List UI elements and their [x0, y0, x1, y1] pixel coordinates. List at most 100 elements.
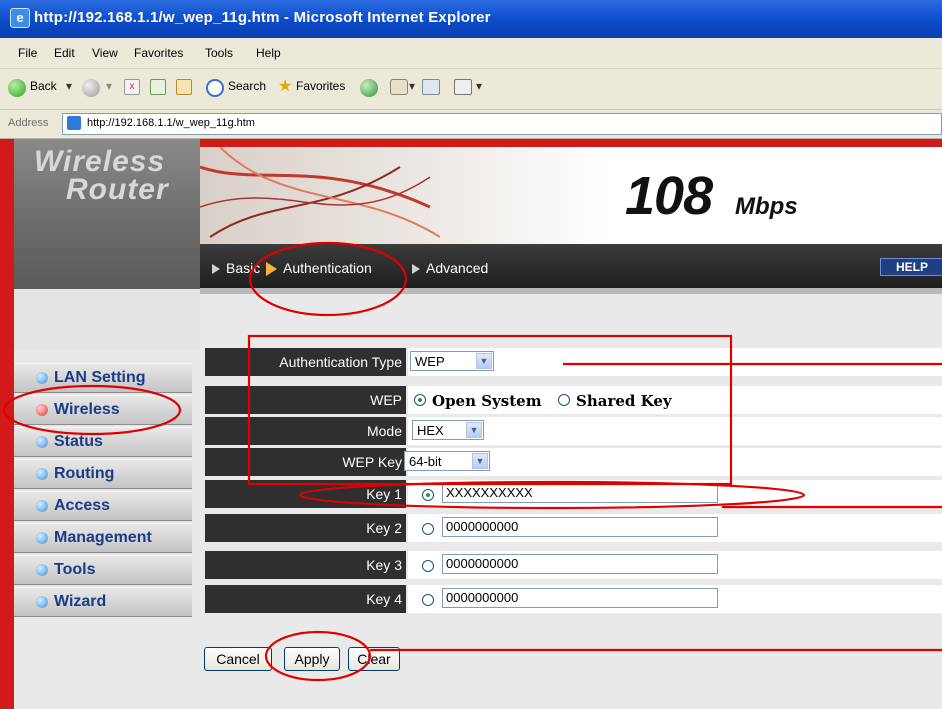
- menu-view[interactable]: View: [92, 46, 118, 60]
- home-icon[interactable]: [176, 79, 192, 95]
- key4-cell: 0000000000: [408, 585, 942, 613]
- router-page: Wireless Router LAN Setting Wireless Sta…: [0, 139, 942, 709]
- media-icon[interactable]: [360, 79, 378, 97]
- sidebar-item-access[interactable]: Access: [14, 491, 192, 521]
- search-icon[interactable]: [206, 79, 224, 97]
- mode-select[interactable]: HEX ▼: [412, 420, 484, 440]
- arrow-right-icon: [212, 264, 220, 275]
- key1-input[interactable]: XXXXXXXXXX: [442, 483, 718, 503]
- sidebar-item-wireless[interactable]: Wireless: [14, 395, 192, 425]
- forward-dropdown-icon[interactable]: ▾: [106, 79, 112, 93]
- ie-logo-icon: e: [10, 8, 30, 28]
- bullet-active-icon: [36, 404, 48, 416]
- auth-type-label: Authentication Type: [205, 348, 406, 376]
- key3-input[interactable]: 0000000000: [442, 554, 718, 574]
- key4-row: Key 4 0000000000: [205, 585, 942, 613]
- edit-dropdown-icon[interactable]: ▾: [476, 79, 482, 93]
- bullet-icon: [36, 532, 48, 544]
- edit-icon[interactable]: [454, 79, 472, 95]
- print-icon[interactable]: [422, 79, 440, 95]
- shared-key-radio[interactable]: [558, 394, 570, 406]
- search-button[interactable]: Search: [228, 79, 266, 93]
- sidebar-item-label: LAN Setting: [54, 369, 146, 386]
- sub-navigation: Basic Authentication Advanced HELP: [200, 244, 942, 294]
- bullet-icon: [36, 436, 48, 448]
- key2-label: Key 2: [205, 514, 406, 542]
- cancel-button[interactable]: Cancel: [204, 647, 272, 671]
- key4-radio[interactable]: [422, 594, 434, 606]
- tab-basic[interactable]: Basic: [212, 260, 260, 276]
- key2-cell: 0000000000: [408, 514, 942, 542]
- sidebar-item-label: Wizard: [54, 593, 107, 610]
- help-button[interactable]: HELP: [880, 258, 942, 276]
- sidebar-item-label: Management: [54, 529, 152, 546]
- back-button[interactable]: Back: [30, 79, 57, 93]
- sidebar-item-lan-setting[interactable]: LAN Setting: [14, 363, 192, 393]
- tab-authentication[interactable]: Authentication: [266, 260, 372, 277]
- refresh-icon[interactable]: [150, 79, 166, 95]
- tab-advanced[interactable]: Advanced: [412, 260, 488, 276]
- clear-button[interactable]: Clear: [348, 647, 400, 671]
- toolbar: Back ▾ ▾ x Search ★ Favorites ▾ ▾: [0, 69, 942, 110]
- wep-cell: Open System Shared Key: [408, 386, 942, 414]
- mail-icon[interactable]: [390, 79, 408, 95]
- open-system-label: Open System: [432, 392, 542, 410]
- menu-edit[interactable]: Edit: [54, 46, 75, 60]
- speed-number: 108: [625, 166, 713, 226]
- sidebar-item-wizard[interactable]: Wizard: [14, 587, 192, 617]
- banner: 108 Mbps: [200, 139, 942, 244]
- arrow-right-active-icon: [266, 262, 277, 277]
- back-dropdown-icon[interactable]: ▾: [66, 79, 72, 93]
- chevron-down-icon: ▼: [472, 453, 488, 469]
- shared-key-label: Shared Key: [576, 392, 672, 410]
- auth-type-select[interactable]: WEP ▼: [410, 351, 494, 371]
- open-system-radio[interactable]: [414, 394, 426, 406]
- address-input[interactable]: http://192.168.1.1/w_wep_11g.htm: [62, 113, 942, 135]
- sidebar-spacer: [14, 289, 200, 349]
- brand-logo: Wireless Router: [14, 139, 200, 289]
- mode-cell: HEX ▼: [408, 417, 942, 445]
- sidebar-item-status[interactable]: Status: [14, 427, 192, 457]
- wep-key-label: WEP Key: [205, 448, 406, 476]
- wep-key-select[interactable]: 64-bit ▼: [404, 451, 490, 471]
- address-bar: Address http://192.168.1.1/w_wep_11g.htm: [0, 110, 942, 139]
- bullet-icon: [36, 596, 48, 608]
- key3-radio[interactable]: [422, 560, 434, 572]
- wep-label: WEP: [205, 386, 406, 414]
- back-icon[interactable]: [8, 79, 26, 97]
- menu-help[interactable]: Help: [256, 46, 281, 60]
- stop-icon[interactable]: x: [124, 79, 140, 95]
- bullet-icon: [36, 372, 48, 384]
- sidebar-item-management[interactable]: Management: [14, 523, 192, 553]
- key1-radio[interactable]: [422, 489, 434, 501]
- banner-graphic: [200, 147, 440, 238]
- menu-file[interactable]: File: [18, 46, 37, 60]
- menu-tools[interactable]: Tools: [205, 46, 233, 60]
- bullet-icon: [36, 500, 48, 512]
- sidebar-item-routing[interactable]: Routing: [14, 459, 192, 489]
- bullet-icon: [36, 564, 48, 576]
- key4-input[interactable]: 0000000000: [442, 588, 718, 608]
- wep-row: WEP Open System Shared Key: [205, 386, 942, 414]
- mail-dropdown-icon[interactable]: ▾: [409, 79, 415, 93]
- menu-favorites[interactable]: Favorites: [134, 46, 183, 60]
- address-label: Address: [8, 117, 49, 129]
- key3-label: Key 3: [205, 551, 406, 579]
- favorites-star-icon[interactable]: ★: [278, 76, 292, 96]
- key2-input[interactable]: 0000000000: [442, 517, 718, 537]
- sidebar-item-label: Routing: [54, 465, 115, 482]
- sidebar-red-edge: [0, 139, 14, 709]
- key2-row: Key 2 0000000000: [205, 514, 942, 542]
- auth-type-value: WEP: [415, 354, 445, 369]
- forward-icon[interactable]: [82, 79, 100, 97]
- key1-cell: XXXXXXXXXX: [408, 480, 942, 508]
- bullet-icon: [36, 468, 48, 480]
- mode-label: Mode: [205, 417, 406, 445]
- favorites-button[interactable]: Favorites: [296, 79, 345, 93]
- sidebar-item-label: Wireless: [54, 401, 120, 418]
- sidebar-item-tools[interactable]: Tools: [14, 555, 192, 585]
- brand-line2: Router: [66, 173, 169, 206]
- auth-type-cell: WEP ▼: [408, 348, 942, 376]
- key2-radio[interactable]: [422, 523, 434, 535]
- apply-button[interactable]: Apply: [284, 647, 340, 671]
